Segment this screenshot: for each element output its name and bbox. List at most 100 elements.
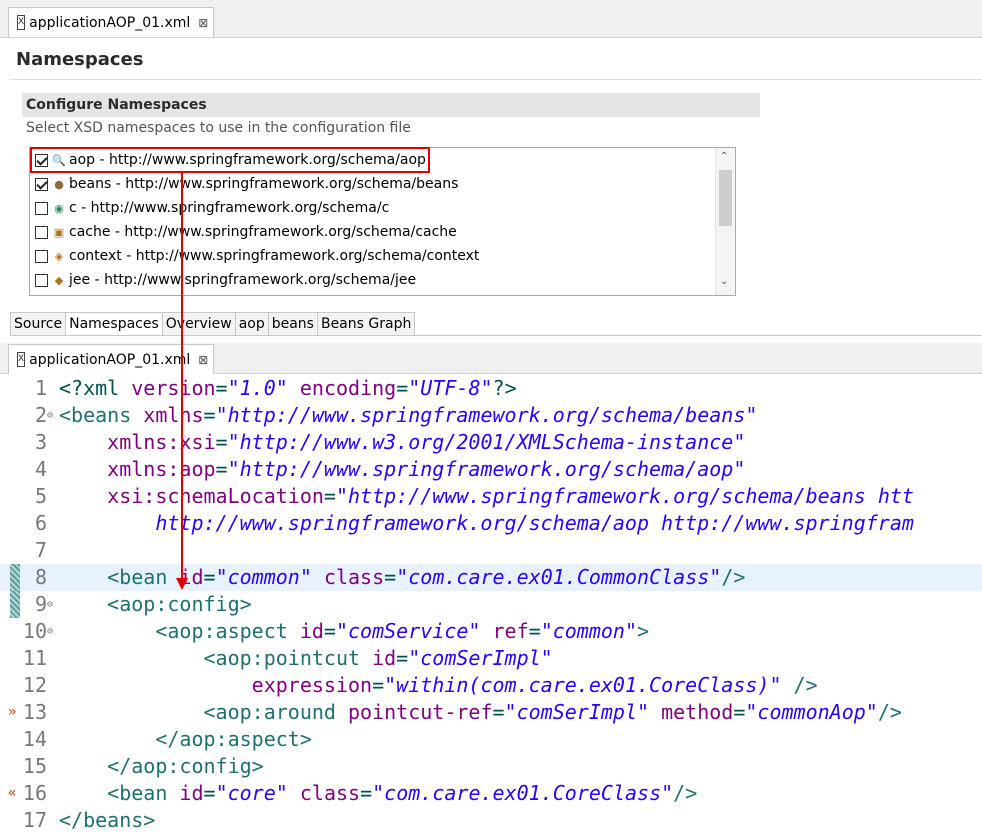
code-token: </aop:config> [107,754,264,778]
tab-source[interactable]: Source [10,312,66,336]
tab-beans[interactable]: beans [267,312,317,336]
code-token: "core" [215,781,288,805]
code-line[interactable]: 14 </aop:aspect> [0,726,982,753]
code-token: "1.0" [227,376,288,400]
namespace-item[interactable]: ● beans - http://www.springframework.org/… [35,173,458,195]
code-token: = [323,484,336,508]
chevron-up-icon[interactable]: ⌃ [720,151,728,162]
code-token: /> [877,700,902,724]
namespace-item[interactable]: ◉ c - http://www.springframework.org/sche… [35,197,389,219]
code-token: "com.care.ex01.CoreClass" [372,781,674,805]
jee-namespace-icon: ◆ [54,273,64,287]
fold-toggle-icon[interactable]: ⊖ [47,591,53,618]
code-line[interactable]: 17 </beans> [0,807,982,834]
namespace-checkbox[interactable] [35,273,48,287]
tab-application-aop-xml[interactable]: X applicationAOP_01.xml ⊠ [8,7,214,37]
tab-application-aop-xml[interactable]: X applicationAOP_01.xml ⊠ [8,344,214,374]
code-token: "com.care.ex01.CommonClass" [396,565,722,589]
code-editor[interactable]: 1 <?xml version="1.0" encoding="UTF-8"?> 2… [0,374,982,839]
code-line[interactable]: 5 xsi:schemaLocation="http://www.springf… [0,483,982,510]
code-line[interactable]: 4 xmlns:aop="http://www.springframework.… [0,456,982,483]
code-token: id [179,565,204,589]
code-token: = [203,565,216,589]
fold-toggle-icon[interactable]: ⊖ [47,618,53,645]
code-token: id [372,646,397,670]
tab-label: applicationAOP_01.xml [29,14,191,31]
chevron-down-icon[interactable]: ⌄ [720,276,728,287]
divider [10,79,982,80]
code-line[interactable]: 12 expression="within(com.care.ex01.Core… [0,672,982,699]
tab-aop[interactable]: aop [234,312,268,336]
code-line[interactable]: 15 </aop:config> [0,753,982,780]
section-description: Select XSD namespaces to use in the conf… [26,120,411,136]
sub-tab-bar: Source Namespaces Overview aop beans Beans Gr… [10,312,416,336]
code-line[interactable]: 7 [0,537,982,564]
code-line[interactable]: 6 http://www.springframework.org/schema/… [0,510,982,537]
code-text: expression="within(com.care.ex01.CoreCla… [59,672,818,699]
code-token: "http://www.springframework.org/schema/b… [215,403,758,427]
line-number: 8 [34,565,47,589]
code-line[interactable]: 1 <?xml version="1.0" encoding="UTF-8"?> [0,375,982,402]
line-number: 13 [22,700,47,724]
namespace-item[interactable]: ◆ jee - http://www.springframework.org/sc… [35,269,416,291]
close-icon[interactable]: ⊠ [198,16,208,30]
code-token: method [661,700,734,724]
namespace-item[interactable]: ▣ cache - http://www.springframework.org/… [35,221,457,243]
namespace-checkbox[interactable] [35,201,48,215]
namespace-checkbox[interactable] [35,249,48,263]
c-namespace-icon: ◉ [54,201,64,215]
code-token: = [215,376,228,400]
code-line[interactable]: «16 <bean id="core" class="com.care.ex01… [0,780,982,807]
code-text: <?xml version="1.0" encoding="UTF-8"?> [59,375,517,402]
code-line[interactable]: 2 ⊖ <beans xmlns="http://www.springframewo… [0,402,982,429]
code-token: "UTF-8" [408,376,493,400]
code-token: <bean [107,565,180,589]
code-line[interactable]: 9 ⊖ <aop:config> [0,591,982,618]
code-token: "http://www.springframework.org/schema/b… [335,484,914,508]
line-number: 1 [34,376,47,400]
code-text: <aop:aspect id="comService" ref="common"… [59,618,649,645]
tab-overview[interactable]: Overview [161,312,235,336]
close-icon[interactable]: ⊠ [198,353,208,367]
line-number: 5 [34,484,47,508]
code-token: <aop:pointcut [203,646,373,670]
code-token: "http://www.w3.org/2001/XMLSchema-instan… [227,430,746,454]
code-line[interactable]: » 13 <aop:around pointcut-ref="comSerImpl… [0,699,982,726]
code-token: "http://www.springframework.org/schema/a… [227,457,746,481]
code-text: </aop:config> [59,753,264,780]
namespace-checkbox[interactable] [35,177,48,191]
code-token: = [396,646,409,670]
bottom-tab-bar: X applicationAOP_01.xml ⊠ [0,343,982,374]
code-token: <aop:around [203,700,348,724]
code-line[interactable]: 11 <aop:pointcut id="comSerImpl" [0,645,982,672]
code-text: xmlns:aop="http://www.springframework.or… [59,456,745,483]
code-token: = [203,403,216,427]
tab-namespaces[interactable]: Namespaces [65,312,162,336]
code-token: = [323,619,336,643]
namespace-checkbox[interactable] [35,225,48,239]
scrollbar-thumb[interactable] [719,170,732,226]
code-line[interactable]: 3 xmlns:xsi="http://www.w3.org/2001/XMLS… [0,429,982,456]
namespace-label: jee - http://www.springframework.org/sch… [69,272,417,288]
line-number: 10 [22,619,47,643]
namespace-item[interactable]: ◈ context - http://www.springframework.or… [35,245,479,267]
code-token: > [637,619,650,643]
code-token: class [299,781,361,805]
fold-toggle-icon[interactable]: ⊖ [47,402,53,429]
scrollbar[interactable]: ⌃ ⌄ [715,148,735,295]
code-token: "commonAop" [745,700,878,724]
line-number: 4 [34,457,47,481]
tab-beans-graph[interactable]: Beans Graph [316,312,416,336]
code-line[interactable]: 8 <bean id="common" class="com.care.ex01… [0,564,982,591]
code-line[interactable]: 10 ⊖ <aop:aspect id="comService" ref="com… [0,618,982,645]
